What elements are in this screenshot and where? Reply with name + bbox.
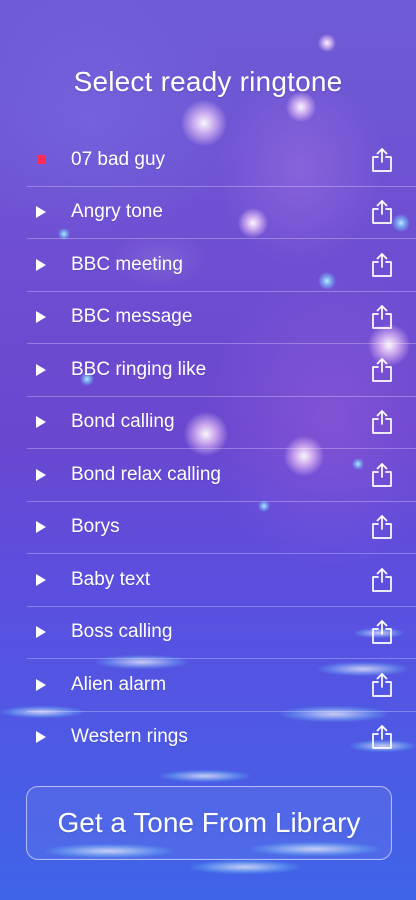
ringtone-row[interactable]: Bond calling: [27, 397, 416, 449]
share-button[interactable]: [368, 671, 396, 699]
ringtone-name: Baby text: [71, 568, 151, 590]
share-button[interactable]: [368, 723, 396, 751]
ringtone-name: Alien alarm: [71, 673, 167, 695]
bokeh-light: [318, 34, 336, 52]
ringtone-name: Bond calling: [71, 411, 175, 433]
ringtone-name: BBC meeting: [71, 253, 183, 275]
share-icon: [372, 200, 392, 225]
share-button[interactable]: [368, 303, 396, 331]
play-icon: [36, 626, 46, 639]
share-icon: [372, 147, 392, 172]
ringtone-row[interactable]: Boss calling: [27, 607, 416, 659]
play-toggle[interactable]: [27, 521, 55, 534]
share-button[interactable]: [368, 408, 396, 436]
ringtone-row[interactable]: Borys: [27, 502, 416, 554]
ringtone-row[interactable]: Western rings: [27, 712, 416, 764]
share-icon: [372, 515, 392, 540]
share-icon: [372, 672, 392, 697]
share-button[interactable]: [368, 198, 396, 226]
play-icon: [36, 468, 46, 481]
share-button[interactable]: [368, 566, 396, 594]
share-icon: [372, 462, 392, 487]
ringtone-row[interactable]: Baby text: [27, 554, 416, 607]
play-icon: [36, 521, 46, 534]
ringtone-name: BBC message: [71, 306, 193, 328]
share-icon: [372, 252, 392, 277]
ringtone-name: Borys: [71, 516, 120, 538]
ringtone-name: Angry tone: [71, 201, 163, 223]
share-icon: [372, 725, 392, 750]
play-toggle[interactable]: [27, 155, 55, 165]
ringtone-name: Boss calling: [71, 621, 173, 643]
ringtone-row[interactable]: Angry tone: [27, 187, 416, 239]
play-toggle[interactable]: [27, 626, 55, 639]
share-icon: [372, 620, 392, 645]
share-button[interactable]: [368, 356, 396, 384]
get-tone-from-library-button[interactable]: Get a Tone From Library: [26, 786, 392, 860]
ringtone-row[interactable]: BBC meeting: [27, 239, 416, 292]
share-button[interactable]: [368, 461, 396, 489]
play-icon: [36, 311, 46, 324]
play-icon: [36, 206, 46, 219]
play-toggle[interactable]: [27, 416, 55, 429]
play-icon: [36, 573, 46, 586]
stop-icon: [36, 155, 46, 165]
play-toggle[interactable]: [27, 678, 55, 691]
share-icon: [372, 357, 392, 382]
light-streak: [160, 770, 250, 782]
play-icon: [36, 363, 46, 376]
play-icon: [36, 416, 46, 429]
share-button[interactable]: [368, 618, 396, 646]
ringtone-row[interactable]: Bond relax calling: [27, 449, 416, 502]
ringtone-list: 07 bad guy Angry tone BBC meeting BBC me…: [27, 134, 416, 763]
share-button[interactable]: [368, 251, 396, 279]
ringtone-row[interactable]: BBC message: [27, 292, 416, 344]
share-icon: [372, 567, 392, 592]
share-icon: [372, 410, 392, 435]
play-toggle[interactable]: [27, 363, 55, 376]
ringtone-name: 07 bad guy: [71, 148, 166, 170]
ringtone-row[interactable]: BBC ringing like: [27, 344, 416, 397]
play-toggle[interactable]: [27, 731, 55, 744]
ringtone-name: Bond relax calling: [71, 463, 221, 485]
get-tone-from-library-label: Get a Tone From Library: [57, 807, 361, 838]
play-toggle[interactable]: [27, 258, 55, 271]
play-toggle[interactable]: [27, 573, 55, 586]
share-button[interactable]: [368, 513, 396, 541]
play-icon: [36, 731, 46, 744]
ringtone-row[interactable]: Alien alarm: [27, 659, 416, 712]
play-icon: [36, 258, 46, 271]
play-toggle[interactable]: [27, 206, 55, 219]
share-button[interactable]: [368, 146, 396, 174]
ringtone-name: BBC ringing like: [71, 358, 207, 380]
ringtone-name: Western rings: [71, 726, 188, 748]
ringtone-row[interactable]: 07 bad guy: [27, 134, 416, 187]
light-streak: [190, 860, 300, 874]
play-icon: [36, 678, 46, 691]
share-icon: [372, 305, 392, 330]
screen-title: Select ready ringtone: [73, 66, 343, 97]
play-toggle[interactable]: [27, 468, 55, 481]
play-toggle[interactable]: [27, 311, 55, 324]
